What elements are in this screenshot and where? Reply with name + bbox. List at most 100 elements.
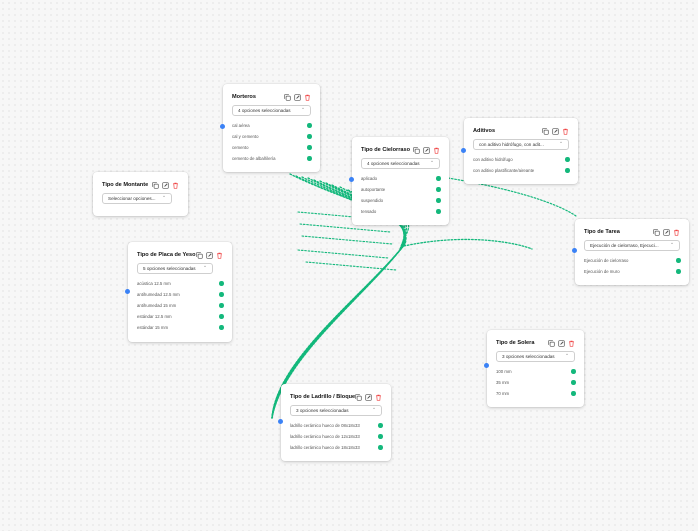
copy-icon[interactable]: [653, 228, 660, 236]
output-port[interactable]: [219, 281, 224, 286]
output-port[interactable]: [219, 314, 224, 319]
trash-icon[interactable]: [216, 252, 223, 259]
options-select[interactable]: con aditivo hidrófugo, con adit... ⌃: [473, 139, 569, 150]
output-port[interactable]: [436, 176, 441, 181]
output-port[interactable]: [571, 391, 576, 396]
output-port[interactable]: [436, 209, 441, 214]
input-port[interactable]: [461, 148, 466, 153]
option-label: antihumedad 15 mm: [137, 303, 177, 308]
trash-icon[interactable]: [568, 340, 575, 347]
input-port[interactable]: [220, 124, 225, 129]
chevron-updown-icon: ⌃: [430, 160, 434, 166]
options-select[interactable]: 5 opciones seleccionadas ⌃: [137, 263, 213, 274]
trash-icon[interactable]: [375, 394, 382, 401]
node-aditivos[interactable]: Aditivos con aditivo hidrófugo, con adit…: [461, 118, 578, 184]
chevron-updown-icon: ⌃: [565, 353, 569, 359]
copy-icon[interactable]: [548, 339, 555, 347]
output-port[interactable]: [436, 198, 441, 203]
options-select[interactable]: 4 opciones seleccionadas ⌃: [232, 105, 311, 116]
chevron-updown-icon: ⌃: [372, 407, 376, 413]
options-select[interactable]: Seleccionar opciones... ⌃: [102, 193, 172, 204]
edit-icon[interactable]: [558, 339, 565, 347]
output-port[interactable]: [307, 156, 312, 161]
trash-icon[interactable]: [673, 229, 680, 236]
node-tipo-de-solera[interactable]: Tipo de Solera 3 opciones seleccionadas ⌃…: [484, 330, 584, 407]
node-title: Morteros: [232, 94, 256, 100]
output-port[interactable]: [307, 145, 312, 150]
input-port[interactable]: [349, 177, 354, 182]
copy-icon[interactable]: [284, 93, 291, 101]
node-tipo-de-tarea[interactable]: Tipo de Tarea Ejecución de cielorraso, E…: [572, 219, 689, 285]
options-select[interactable]: 3 opciones seleccionadas ⌃: [496, 351, 575, 362]
edit-icon[interactable]: [365, 393, 372, 401]
edit-icon[interactable]: [552, 127, 559, 135]
list-item: cemento: [232, 142, 312, 153]
input-port[interactable]: [278, 419, 283, 424]
list-item: ladrillo cerámico hueco de 08x18x33: [290, 420, 383, 431]
chevron-updown-icon: ⌃: [670, 242, 674, 248]
edit-icon[interactable]: [162, 181, 169, 189]
node-title: Tipo de Solera: [496, 340, 535, 346]
option-label: Ejecución de muro: [584, 269, 620, 274]
node-tipo-de-placa-de-yeso[interactable]: Tipo de Placa de Yeso 5 opciones selecci…: [125, 242, 232, 342]
copy-icon[interactable]: [355, 393, 362, 401]
node-tipo-de-cielorraso[interactable]: Tipo de Cielorraso 4 opciones selecciona…: [349, 137, 449, 225]
output-port[interactable]: [565, 168, 570, 173]
output-port[interactable]: [436, 187, 441, 192]
option-label: suspendido: [361, 198, 383, 203]
list-item: Ejecución de cielorraso: [584, 255, 681, 266]
output-port[interactable]: [571, 369, 576, 374]
list-item: estándar 15 mm: [137, 322, 224, 333]
list-item: Ejecución de muro: [584, 266, 681, 277]
trash-icon[interactable]: [304, 94, 311, 101]
output-port[interactable]: [219, 292, 224, 297]
node-tipo-de-montante[interactable]: Tipo de Montante Seleccionar opciones...…: [93, 172, 188, 216]
options-select[interactable]: 3 opciones seleccionadas ⌃: [290, 405, 382, 416]
options-select[interactable]: Ejecución de cielorraso, Ejecuci... ⌃: [584, 240, 680, 251]
edit-icon[interactable]: [423, 146, 430, 154]
output-port[interactable]: [565, 157, 570, 162]
output-port[interactable]: [378, 423, 383, 428]
trash-icon[interactable]: [433, 147, 440, 154]
node-tipo-de-ladrillo-bloque[interactable]: Tipo de Ladrillo / Bloque 3 opciones sel…: [278, 384, 391, 461]
copy-icon[interactable]: [196, 251, 203, 259]
input-port[interactable]: [484, 363, 489, 368]
edit-icon[interactable]: [294, 93, 301, 101]
option-label: cemento de albañilería: [232, 156, 276, 161]
option-label: aplicado: [361, 176, 378, 181]
list-item: antihumedad 12.5 mm: [137, 289, 224, 300]
trash-icon[interactable]: [562, 128, 569, 135]
select-value: con aditivo hidrófugo, con adit...: [479, 142, 544, 147]
node-morteros[interactable]: Morteros 4 opciones seleccionadas ⌃ cal a…: [220, 84, 320, 172]
select-value: 4 opciones seleccionadas: [238, 108, 291, 113]
copy-icon[interactable]: [413, 146, 420, 154]
list-item: 35 mm: [496, 377, 576, 388]
list-item: ladrillo cerámico hueco de 12x18x33: [290, 431, 383, 442]
output-port[interactable]: [378, 434, 383, 439]
output-port[interactable]: [676, 269, 681, 274]
output-port[interactable]: [219, 325, 224, 330]
node-title: Tipo de Cielorraso: [361, 147, 411, 153]
option-label: acústica 12.5 mm: [137, 281, 171, 286]
input-port[interactable]: [572, 248, 577, 253]
input-port[interactable]: [125, 289, 130, 294]
chevron-updown-icon: ⌃: [301, 107, 305, 113]
option-list: con aditivo hidrófugo con aditivo plasti…: [473, 154, 570, 176]
output-port[interactable]: [219, 303, 224, 308]
chevron-updown-icon: ⌃: [203, 265, 207, 271]
list-item: acústica 12.5 mm: [137, 278, 224, 289]
output-port[interactable]: [676, 258, 681, 263]
chevron-updown-icon: ⌃: [162, 195, 166, 201]
trash-icon[interactable]: [172, 182, 179, 189]
output-port[interactable]: [307, 123, 312, 128]
output-port[interactable]: [571, 380, 576, 385]
output-port[interactable]: [378, 445, 383, 450]
option-list: 100 mm 35 mm 70 mm: [496, 366, 576, 399]
output-port[interactable]: [307, 134, 312, 139]
list-item: 70 mm: [496, 388, 576, 399]
copy-icon[interactable]: [542, 127, 549, 135]
edit-icon[interactable]: [663, 228, 670, 236]
copy-icon[interactable]: [152, 181, 159, 189]
options-select[interactable]: 4 opciones seleccionadas ⌃: [361, 158, 440, 169]
edit-icon[interactable]: [206, 251, 213, 259]
